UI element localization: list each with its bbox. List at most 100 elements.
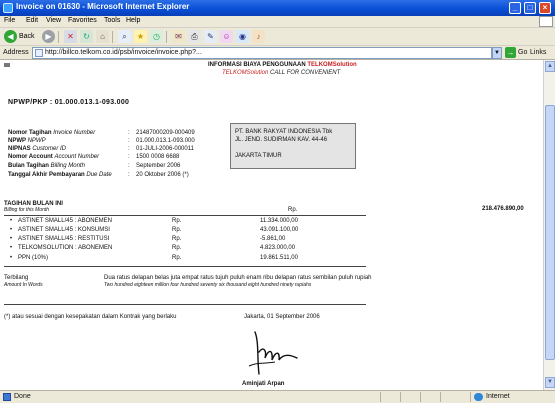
charge-currency: Rp. [172,255,182,261]
divider [4,266,366,267]
terbilang-label: Terbilang [4,275,29,281]
charge-name: ASTINET SMALL/45 : KONSUMSI [18,227,110,233]
divider [4,215,366,216]
back-button[interactable]: ◀ Back [4,30,35,43]
status-pane [470,392,471,402]
closing-note: (*) atau sesuai dengan kesepakatan dalam… [4,314,177,320]
address-line: JL. JEND. SUDIRMAN KAV. 44-46 [235,137,328,143]
home-icon[interactable]: ⌂ [96,30,109,43]
customer-address-box: PT. BANK RAKYAT INDONESIA Tbk JL. JEND. … [230,123,356,169]
menu-view[interactable]: View [46,17,61,24]
info-label-en: Account Number [54,154,100,160]
info-label: NPWP [8,138,26,144]
minimize-button[interactable]: _ [509,2,521,14]
status-pane [420,392,421,402]
info-value: 21487000209-000409 [136,130,195,136]
toolbar-separator [112,31,113,43]
status-pane [440,392,441,402]
address-dropdown-icon[interactable]: ▼ [492,47,502,59]
forward-button[interactable]: ▶ [42,30,55,43]
terbilang-text: Dua ratus delapan belas juta empat ratus… [104,275,372,281]
ie-icon [3,3,13,13]
info-value: 20 Oktober 2006 (*) [136,172,189,178]
menu-file[interactable]: File [4,17,15,24]
close-button[interactable]: × [539,2,551,14]
divider [4,304,366,305]
charge-amount: 19.861.511,00 [260,255,298,261]
charge-currency: Rp. [172,218,182,224]
info-value: 01-JULI-2006-000011 [136,146,194,152]
info-label-en: NPWP [27,138,46,144]
info-label: Tanggal Akhir Pembayaran [8,172,85,178]
address-bar: Address http://billco.telkom.co.id/psb/i… [0,46,555,60]
history-icon[interactable]: ◷ [150,30,163,43]
refresh-icon[interactable]: ↻ [80,30,93,43]
invoice-header-line1: INFORMASI BIAYA PENGGUNAAN TELKOMSolutio… [208,62,357,68]
charge-amount: 43.091.100,00 [260,227,299,233]
invoice-header-line2: TELKOMSolution CALL FOR CONVENIENT [222,70,340,76]
signature-image [248,331,298,375]
city-date: Jakarta, 01 September 2006 [244,314,320,320]
window-title: Invoice on 01630 - Microsoft Internet Ex… [16,2,190,11]
header-suffix: CALL FOR CONVENIENT [268,70,341,76]
status-bar: Done Internet [0,390,555,403]
search-icon[interactable]: ⌕ [118,30,131,43]
go-button[interactable]: → Go [505,47,527,59]
info-value: 01.000.013.1-093.000 [136,138,195,144]
status-zone: Internet [486,393,510,400]
menu-edit[interactable]: Edit [26,17,38,24]
info-label-en: Due Date [86,172,112,178]
menu-favorites[interactable]: Favorites [68,17,97,24]
links-button[interactable]: Links [530,49,546,56]
charge-name: TELKOMSOLUTION : ABONEMEN [18,245,113,251]
header-brand: TELKOMSolution [307,62,357,68]
address-input[interactable]: http://billco.telkom.co.id/psb/invoice/i… [32,47,492,59]
vertical-scrollbar[interactable]: ▲ ▼ [543,60,555,390]
info-label: Nomor Tagihan [8,130,52,136]
info-value: 1500 0008 6688 [136,154,180,160]
toolbar: ◀ Back ▶ ✕ ↻ ⌂ ⌕ ★ ◷ ✉ ⎙ ✎ ☺ ◉ ♪ [0,28,555,46]
print-icon[interactable]: ⎙ [188,30,201,43]
charge-name: ASTINET SMALL/45 : RESTITUSI [18,236,110,242]
menu-help[interactable]: Help [126,17,140,24]
stop-icon[interactable]: ✕ [64,30,77,43]
toolbar-separator [58,31,59,43]
title-bar: Invoice on 01630 - Microsoft Internet Ex… [0,0,555,16]
info-label-en: Customer ID [32,146,67,152]
address-line: PT. BANK RAKYAT INDONESIA Tbk [235,129,333,135]
header-brand-2: TELKOMSolution [222,70,269,76]
go-label: Go [518,49,528,56]
messenger-icon[interactable]: ☺ [220,30,233,43]
address-label: Address [3,49,29,56]
info-value: September 2006 [136,163,181,169]
address-url: http://billco.telkom.co.id/psb/invoice/i… [45,49,202,56]
info-label: Nomor Account [8,154,53,160]
scroll-thumb[interactable] [545,105,555,360]
status-done: Done [14,393,31,400]
maximize-button[interactable]: □ [524,2,536,14]
scroll-down-icon[interactable]: ▼ [545,377,555,388]
media-icon[interactable]: ♪ [252,30,265,43]
charges-total: 218.476.890,00 [482,206,524,212]
research-icon[interactable]: ◉ [236,30,249,43]
charge-currency: Rp. [172,236,182,242]
header-prefix: INFORMASI BIAYA PENGGUNAAN [208,62,308,68]
info-label: NIPNAS [8,146,31,152]
info-label-en: Invoice Number [53,130,96,136]
charge-amount: -5.861,00 [260,236,286,242]
charge-amount: 4.823.000,00 [260,245,296,251]
terbilang-label-en: Amount In Words [4,282,43,288]
edit-icon[interactable]: ✎ [204,30,217,43]
info-label: Bulan Tagihan [8,163,49,169]
mail-icon[interactable]: ✉ [172,30,185,43]
charge-currency: Rp. [172,227,182,233]
internet-zone-icon [474,393,483,401]
status-pane [380,392,381,402]
page-marker [4,63,10,67]
menu-tools[interactable]: Tools [104,17,120,24]
scroll-up-icon[interactable]: ▲ [545,61,555,72]
favorites-icon[interactable]: ★ [134,30,147,43]
page-done-icon [3,393,11,401]
charge-name: PPN (10%) [18,255,49,261]
back-label: Back [19,33,35,40]
